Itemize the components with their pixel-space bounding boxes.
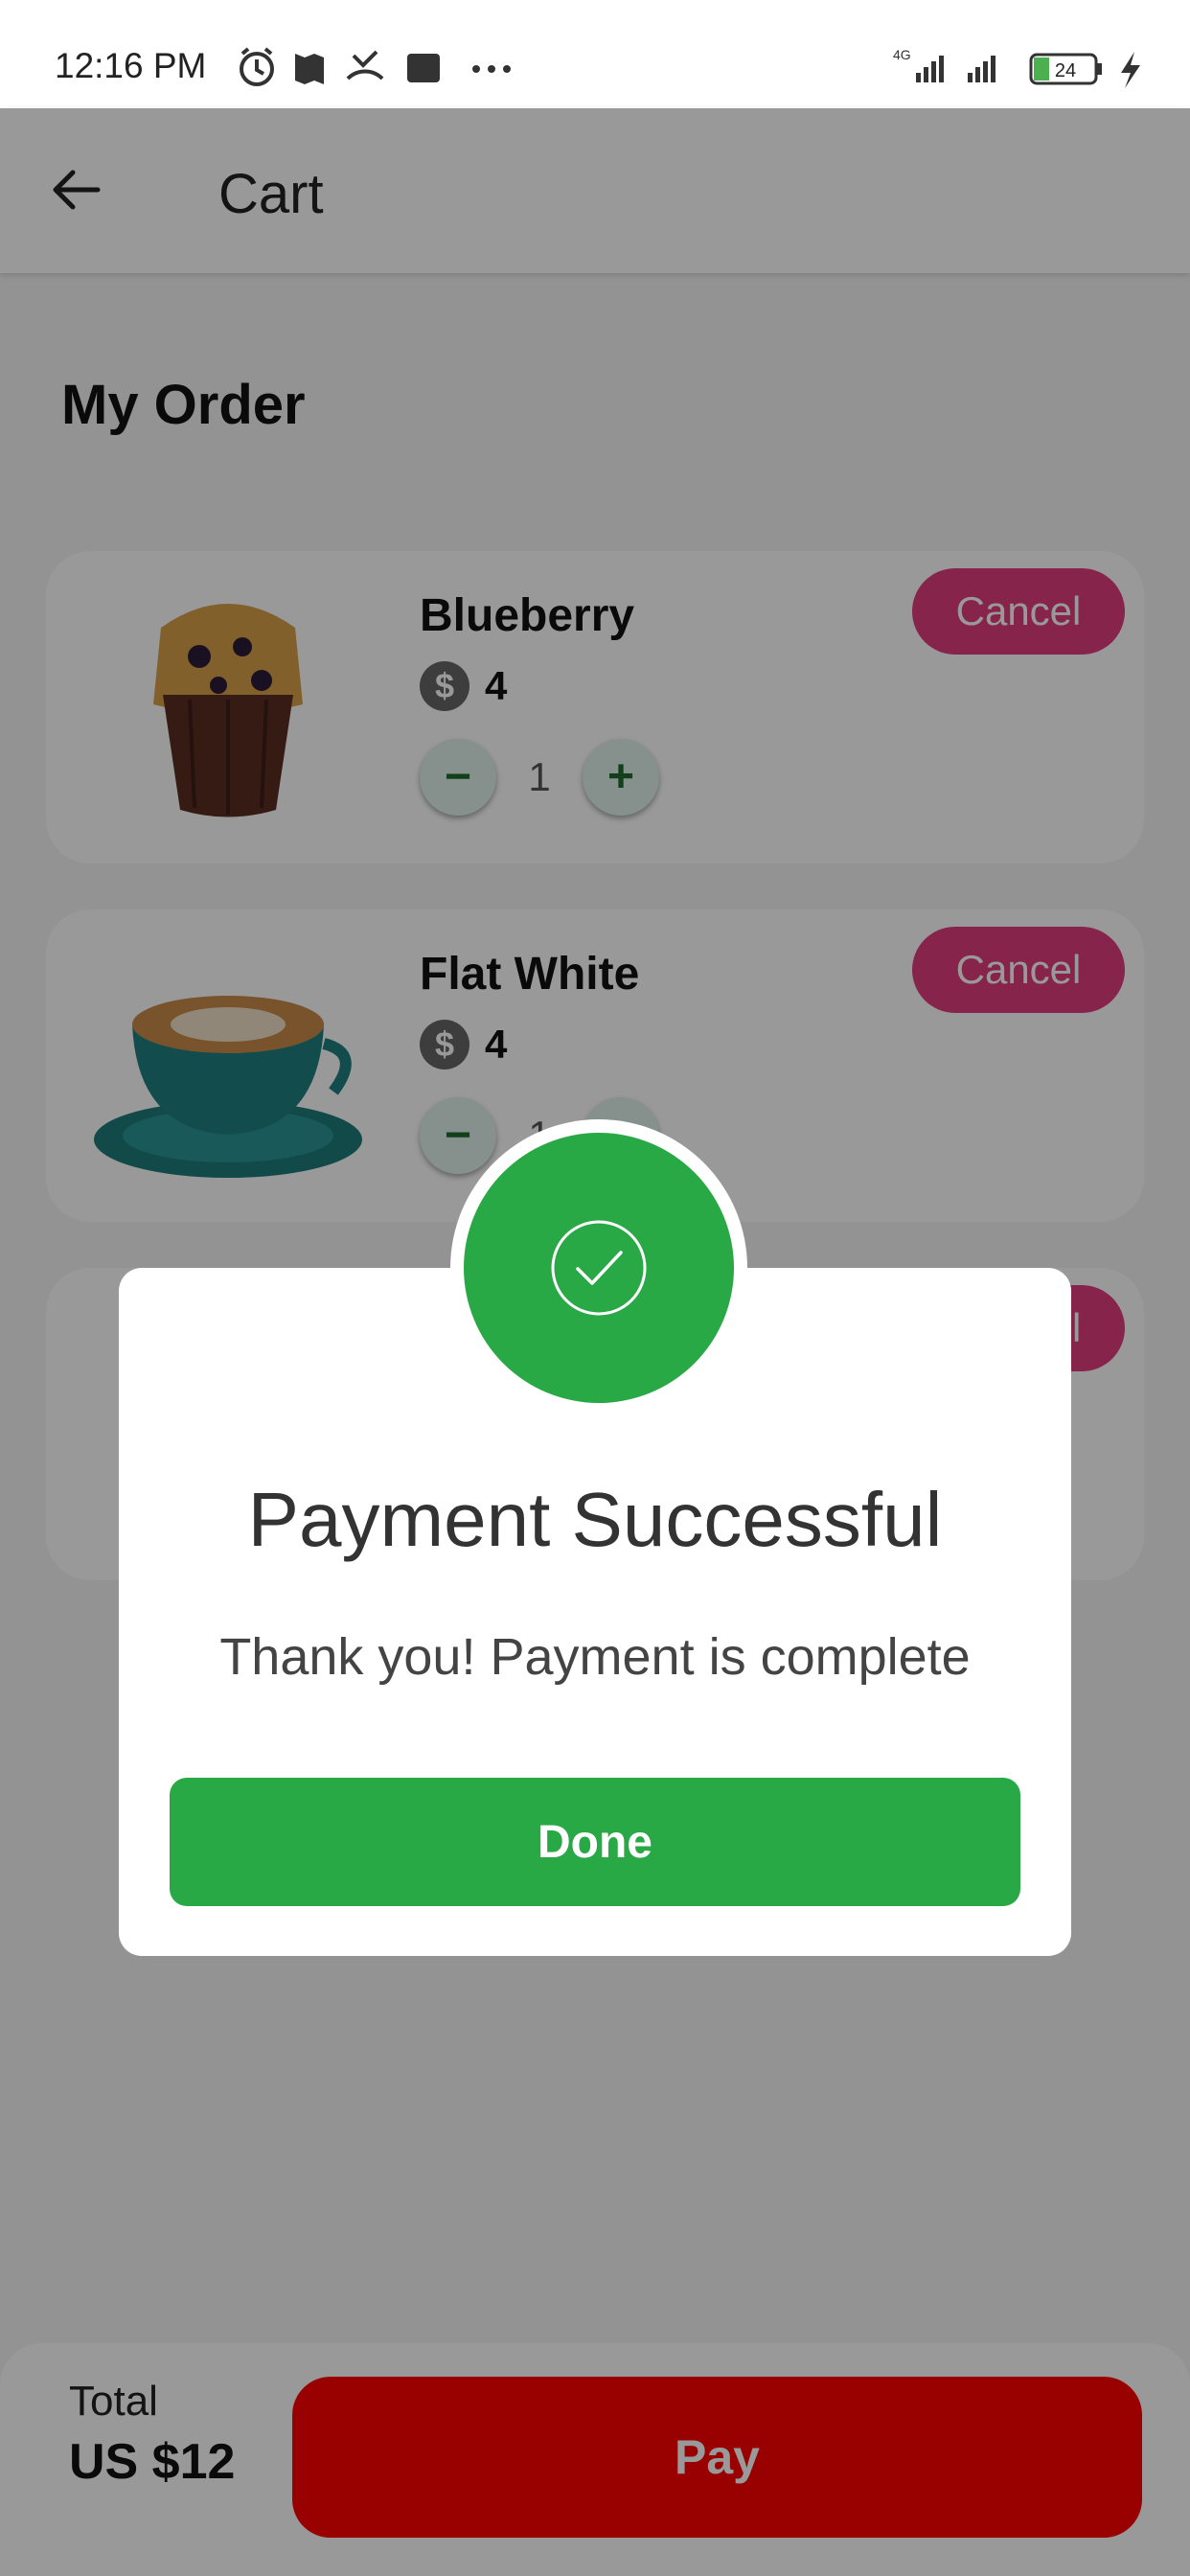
message-icon <box>407 54 440 82</box>
charging-icon <box>1121 52 1140 88</box>
signal-icon-2 <box>968 56 995 82</box>
status-notification-icons <box>240 47 511 86</box>
more-dots-icon <box>472 65 511 73</box>
dialog-title: Payment Successful <box>247 1477 943 1562</box>
maps-icon <box>295 54 324 84</box>
signal-icon <box>916 56 944 82</box>
alarm-icon <box>240 47 274 86</box>
dialog-message: Thank you! Payment is complete <box>219 1628 971 1686</box>
network-type-label: 4G <box>893 47 911 62</box>
done-button[interactable]: Done <box>170 1778 1020 1906</box>
status-time: 12:16 PM <box>55 46 207 85</box>
svg-text:24: 24 <box>1055 60 1076 81</box>
status-system-icons: 4G 24 <box>893 47 1140 88</box>
battery-icon: 24 <box>1029 53 1102 85</box>
missed-call-icon <box>346 50 384 80</box>
success-badge <box>464 1133 734 1403</box>
check-circle-icon <box>551 1220 647 1316</box>
status-bar: 12:16 PM 4G 24 <box>0 0 1190 108</box>
